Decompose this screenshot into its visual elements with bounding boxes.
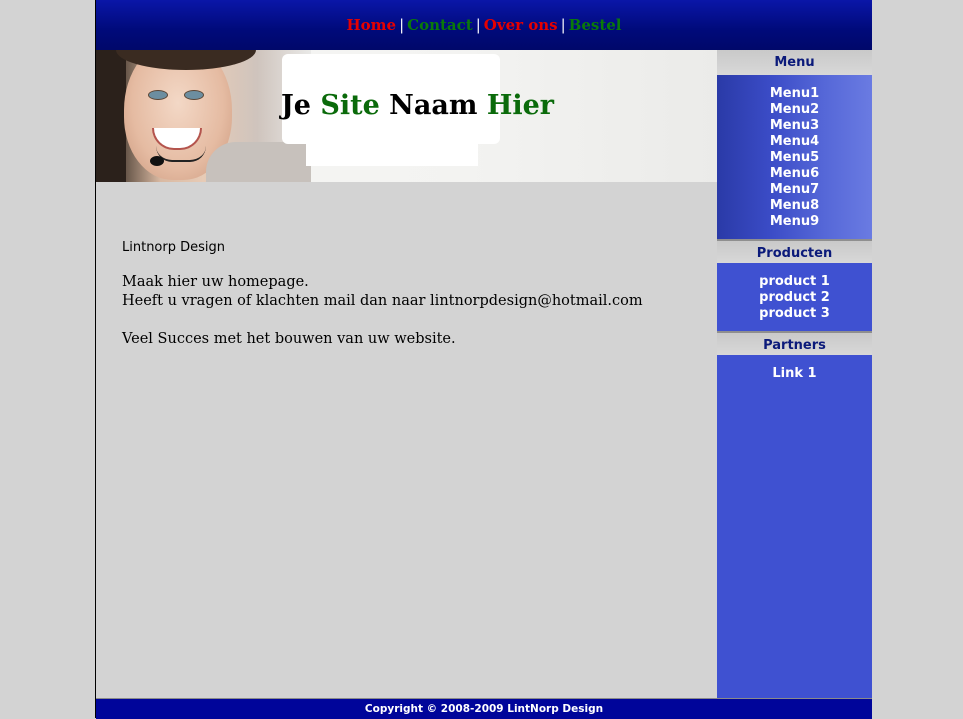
nav-home-link[interactable]: Home (347, 16, 397, 34)
nav-separator: | (399, 16, 405, 34)
sidebar-menu-item[interactable]: Menu7 (717, 182, 872, 198)
nav-over-ons-link[interactable]: Over ons (484, 16, 558, 34)
top-bar: Home | Contact | Over ons | Bestel (96, 0, 872, 50)
sidebar-menu-item[interactable]: Menu9 (717, 214, 872, 230)
sidebar-product-link[interactable]: product 3 (717, 306, 872, 322)
sidebar-products-title: Producten (717, 239, 872, 263)
site-title: Je Site Naam Hier (281, 90, 554, 121)
company-name: Lintnorp Design (122, 240, 225, 255)
sidebar-menu-item[interactable]: Menu5 (717, 150, 872, 166)
nav-contact-link[interactable]: Contact (407, 16, 473, 34)
sidebar-menu-item[interactable]: Menu6 (717, 166, 872, 182)
intro-line-2: Heeft u vragen of klachten mail dan naar… (122, 293, 643, 309)
top-nav: Home | Contact | Over ons | Bestel (96, 16, 872, 34)
header-photo (96, 50, 311, 182)
header-banner: Je Site Naam Hier (96, 50, 717, 182)
sidebar-partner-link[interactable]: Link 1 (717, 366, 872, 382)
intro-line-1: Maak hier uw homepage. (122, 274, 309, 290)
headset-mic-icon (150, 156, 164, 166)
footer-copyright: Copyright © 2008-2009 LintNorp Design (96, 698, 872, 719)
sidebar-partners-list: Link 1 (717, 355, 872, 382)
sidebar-menu-item[interactable]: Menu1 (717, 86, 872, 102)
intro-text: Maak hier uw homepage. Heeft u vragen of… (122, 273, 702, 311)
sidebar-menu-item[interactable]: Menu8 (717, 198, 872, 214)
sidebar-menu-title: Menu (717, 50, 872, 75)
sidebar-menu-item[interactable]: Menu2 (717, 102, 872, 118)
sidebar-products-list: product 1 product 2 product 3 (717, 263, 872, 331)
sidebar-product-link[interactable]: product 1 (717, 274, 872, 290)
sidebar-partners-title: Partners (717, 331, 872, 355)
nav-separator: | (475, 16, 481, 34)
sidebar-menu-item[interactable]: Menu3 (717, 118, 872, 134)
page-container: Home | Contact | Over ons | Bestel Je Site Naa… (95, 0, 872, 719)
site-title-part: Naam (389, 90, 487, 121)
sidebar-menu-list: Menu1 Menu2 Menu3 Menu4 Menu5 Menu6 Menu… (717, 75, 872, 239)
sidebar-product-link[interactable]: product 2 (717, 290, 872, 306)
sidebar-menu-item[interactable]: Menu4 (717, 134, 872, 150)
main-content: Lintnorp Design Maak hier uw homepage. H… (122, 240, 702, 368)
success-text: Veel Succes met het bouwen van uw websit… (122, 331, 456, 347)
site-title-part: Site (320, 90, 390, 121)
nav-bestel-link[interactable]: Bestel (569, 16, 622, 34)
site-title-part: Je (281, 90, 321, 121)
sidebar: Menu Menu1 Menu2 Menu3 Menu4 Menu5 Menu6… (717, 50, 872, 698)
site-title-part: Hier (486, 90, 554, 121)
nav-separator: | (560, 16, 566, 34)
